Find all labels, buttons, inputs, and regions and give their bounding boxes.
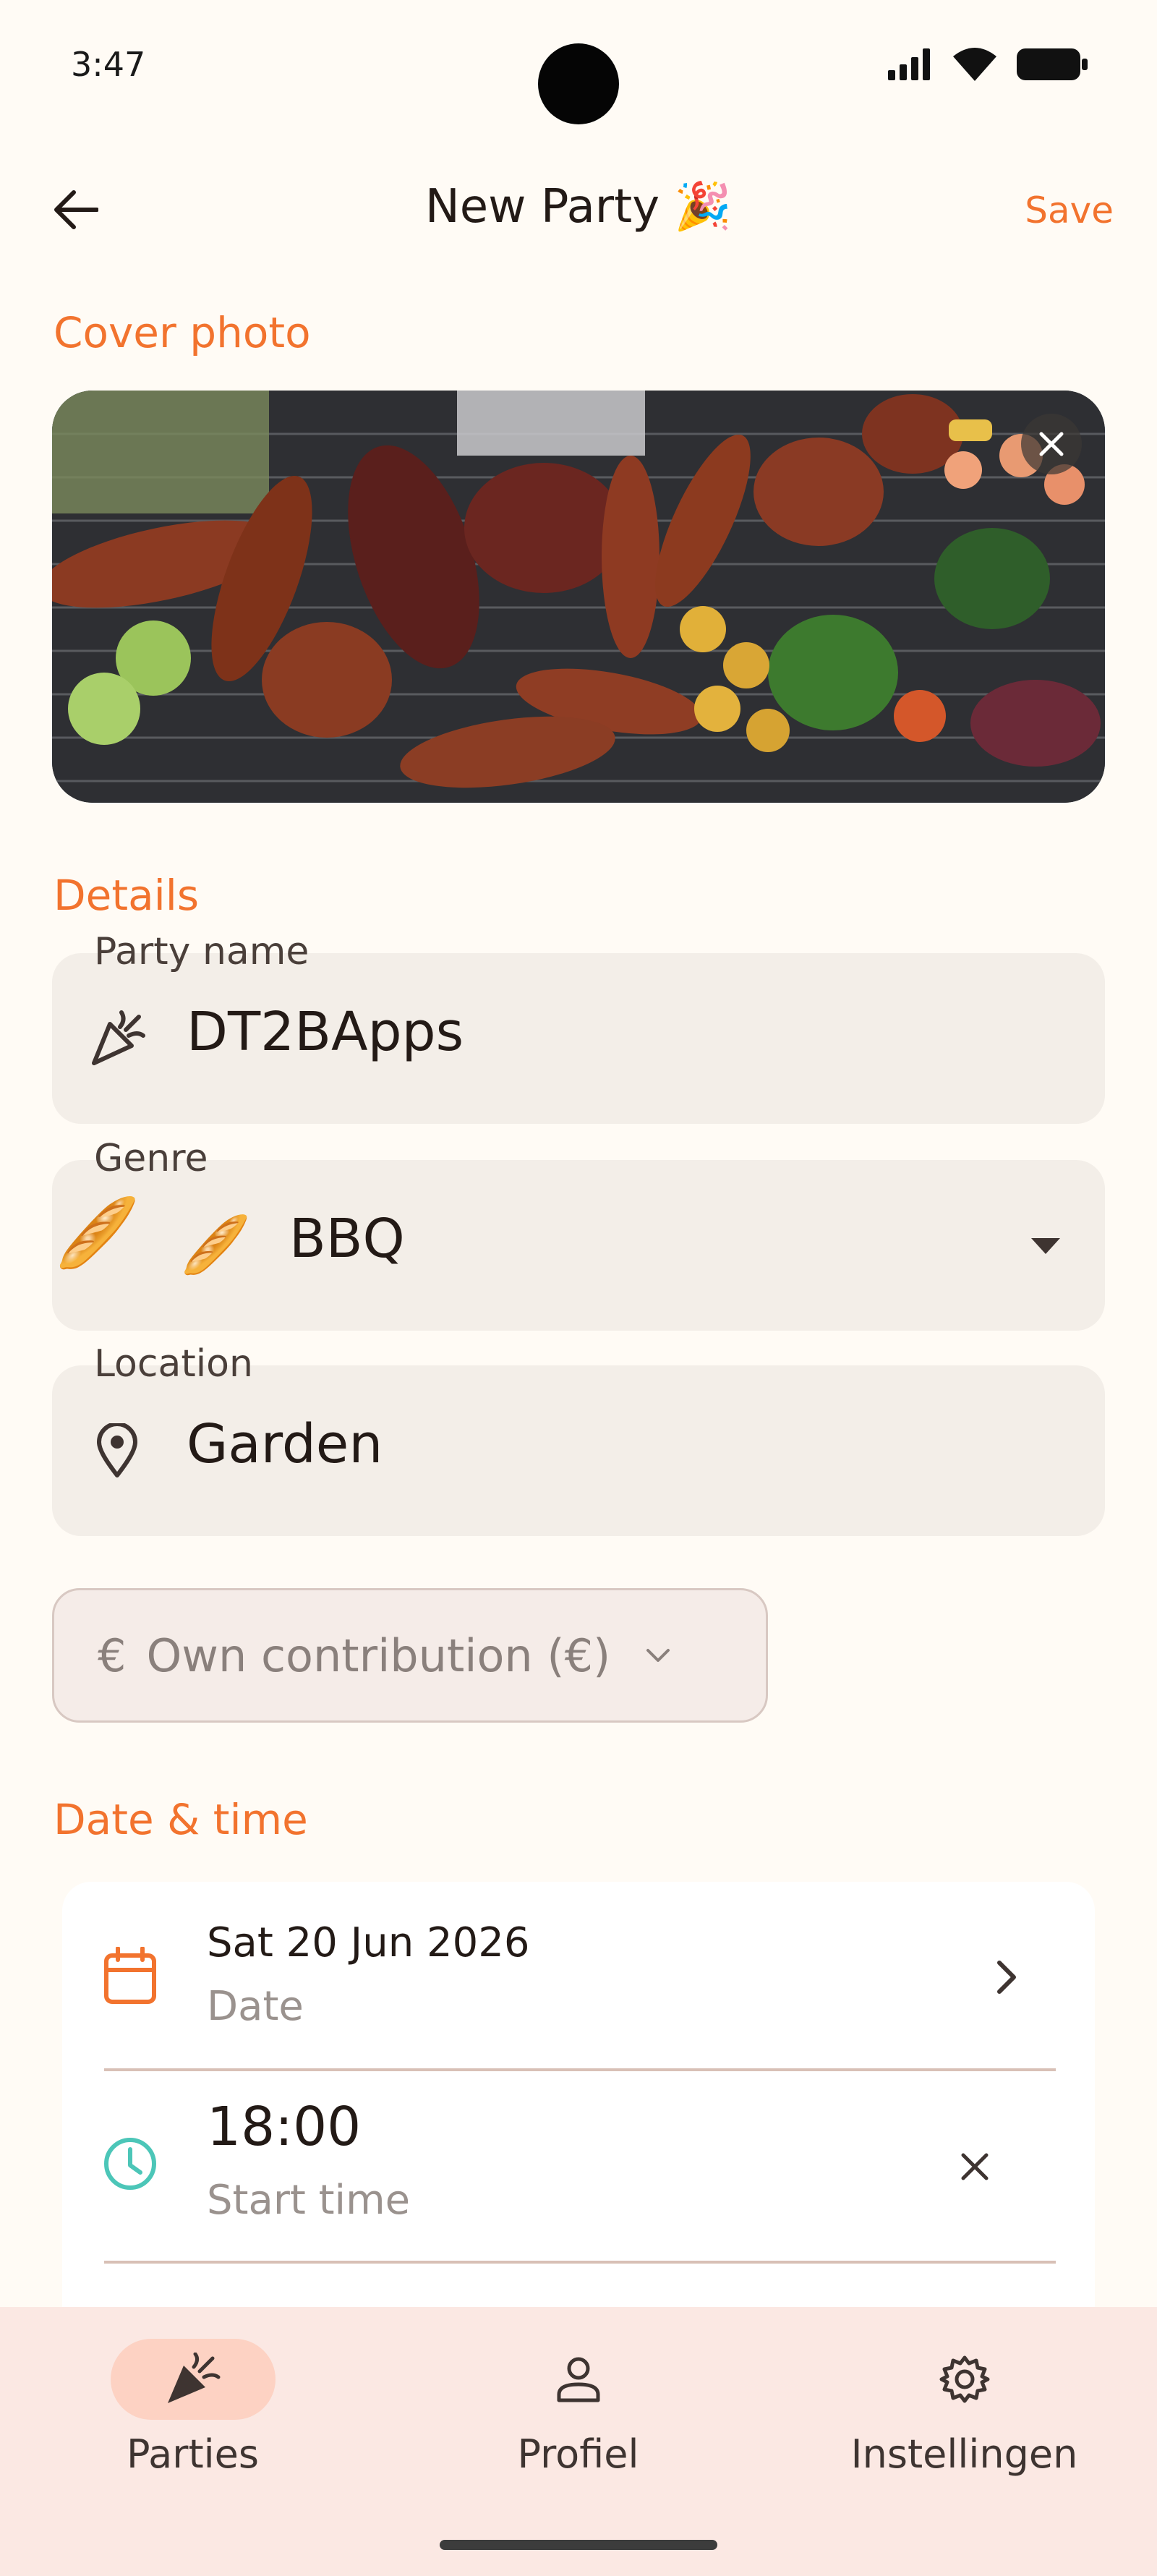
genre-label: Genre bbox=[94, 1137, 208, 1180]
remove-photo-button[interactable] bbox=[1021, 414, 1082, 474]
wifi-icon bbox=[953, 48, 996, 81]
nav-item-instellingen[interactable]: Instellingen bbox=[772, 2339, 1157, 2477]
person-icon bbox=[557, 2357, 599, 2402]
genre-emoji: 🥖 bbox=[180, 1212, 251, 1278]
calendar-icon bbox=[100, 1945, 161, 2006]
status-icons bbox=[888, 48, 1088, 81]
nav-label-profiel: Profiel bbox=[517, 2431, 639, 2477]
chevron-right-icon bbox=[997, 1961, 1016, 1994]
date-time-section-label: Date & time bbox=[54, 1795, 308, 1844]
genre-value: BBQ bbox=[289, 1208, 405, 1270]
party-name-label: Party name bbox=[94, 930, 309, 973]
save-button[interactable]: Save bbox=[1025, 189, 1114, 231]
close-icon bbox=[961, 2153, 989, 2180]
location-value: Garden bbox=[187, 1413, 383, 1475]
chevron-down-icon bbox=[646, 1649, 670, 1662]
date-label: Date bbox=[207, 1983, 304, 2030]
celebration-icon bbox=[84, 1005, 150, 1072]
start-time-label: Start time bbox=[207, 2177, 411, 2224]
party-name-field[interactable]: DT2BApps bbox=[52, 953, 1105, 1124]
nav-active-indicator bbox=[110, 2339, 276, 2420]
camera-cutout bbox=[538, 43, 619, 124]
nav-icon-container bbox=[882, 2339, 1047, 2420]
cover-photo-section-label: Cover photo bbox=[54, 308, 311, 357]
details-section-label: Details bbox=[54, 871, 200, 920]
euro-icon: € bbox=[98, 1629, 127, 1682]
status-time: 3:47 bbox=[71, 45, 146, 84]
party-name-value: DT2BApps bbox=[187, 1001, 464, 1063]
cover-photo-image bbox=[52, 391, 1105, 803]
genre-leading-emoji: 🥖 bbox=[55, 1194, 140, 1273]
chevron-down-icon bbox=[1031, 1238, 1060, 1254]
celebration-icon bbox=[167, 2353, 220, 2403]
home-indicator bbox=[440, 2540, 717, 2550]
gear-icon bbox=[939, 2355, 989, 2403]
nav-item-parties[interactable]: Parties bbox=[0, 2339, 385, 2477]
nav-item-profiel[interactable]: Profiel bbox=[385, 2339, 771, 2477]
signal-icon bbox=[888, 48, 930, 80]
nav-icon-container bbox=[496, 2339, 661, 2420]
own-contribution-chip[interactable]: € Own contribution (€) bbox=[52, 1588, 768, 1723]
nav-label-parties: Parties bbox=[127, 2431, 259, 2477]
page-title: New Party 🎉 bbox=[424, 180, 733, 234]
battery-icon bbox=[1017, 48, 1088, 80]
clock-icon bbox=[100, 2133, 161, 2194]
genre-select[interactable]: 🥖 BBQ bbox=[52, 1160, 1105, 1331]
cover-photo[interactable] bbox=[52, 391, 1105, 803]
start-time-value: 18:00 bbox=[207, 2096, 362, 2158]
own-contribution-label: Own contribution (€) bbox=[146, 1629, 611, 1682]
location-field[interactable]: Garden bbox=[52, 1365, 1105, 1536]
nav-label-instellingen: Instellingen bbox=[850, 2431, 1078, 2477]
location-label: Location bbox=[94, 1342, 253, 1386]
close-icon bbox=[1039, 432, 1064, 456]
date-row[interactable]: Sat 20 Jun 2026 Date bbox=[62, 1882, 1095, 2070]
bottom-navigation: Parties Profiel Instellingen bbox=[0, 2307, 1157, 2576]
divider bbox=[104, 2261, 1056, 2264]
location-pin-icon bbox=[84, 1417, 150, 1484]
start-time-row[interactable]: 18:00 Start time bbox=[62, 2071, 1095, 2264]
clear-start-time-button[interactable] bbox=[955, 2146, 995, 2187]
date-value: Sat 20 Jun 2026 bbox=[207, 1919, 530, 1966]
